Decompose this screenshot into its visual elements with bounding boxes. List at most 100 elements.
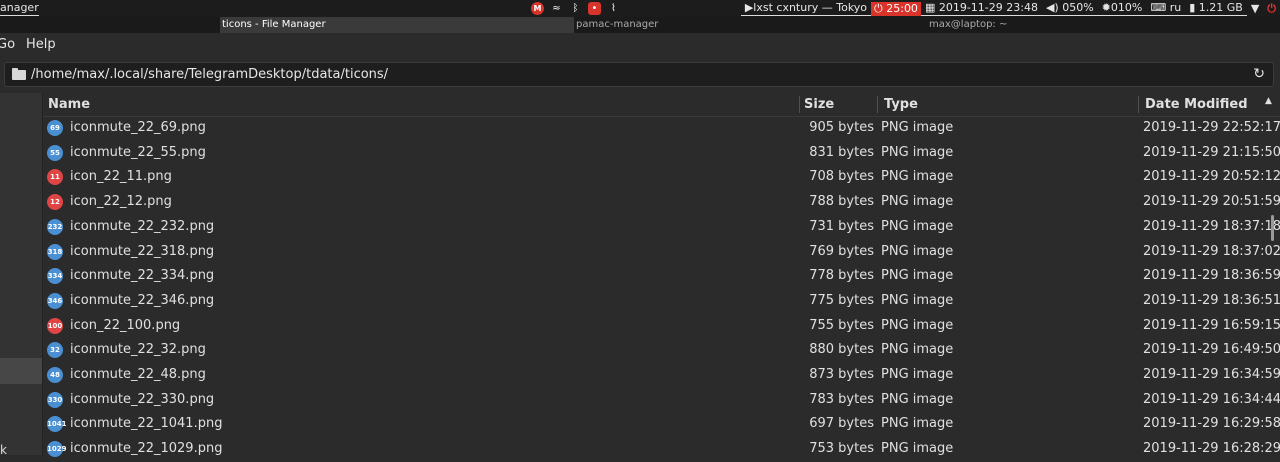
mail-tray-icon[interactable]: M [531,2,544,15]
reload-icon[interactable]: ↻ [1253,66,1265,82]
file-list[interactable]: Name Size Type Date Modified ▲ 69 iconmut… [43,93,1280,458]
image-file-icon: 12 [47,194,63,211]
file-name: iconmute_22_334.png [70,268,215,284]
file-size: 783 bytes [809,391,874,407]
wifi-icon[interactable]: ▼ [1247,2,1263,16]
file-size: 769 bytes [809,243,874,259]
image-file-icon: 55 [47,144,63,161]
file-type: PNG image [881,194,954,210]
file-type: PNG image [881,441,954,457]
file-row[interactable]: 318 iconmute_22_318.png 769 bytes PNG image… [43,240,1280,265]
keyboard-layout[interactable]: ⌨ ru [1146,1,1186,16]
file-size: 708 bytes [809,169,874,185]
side-pane: k [0,93,43,457]
column-type[interactable]: Type [884,97,918,112]
image-file-icon: 318 [47,243,63,260]
file-size: 788 bytes [809,194,874,210]
file-row[interactable]: 1029 iconmute_22_1029.png 753 bytes PNG ima… [43,437,1280,462]
top-panel: anager M ≈ ᛒ • ⌇ ▶lxst cxntury — Tokyo ⏻… [0,0,1280,17]
menu-go[interactable]: Go [0,37,15,52]
column-date-modified[interactable]: Date Modified [1145,97,1248,112]
image-file-icon: 334 [47,268,63,285]
file-row[interactable]: 48 iconmute_22_48.png 873 bytes PNG image 20… [43,363,1280,388]
file-name: icon_22_12.png [70,194,172,210]
system-tray: M ≈ ᛒ • ⌇ [531,1,620,16]
file-row[interactable]: 330 iconmute_22_330.png 783 bytes PNG image… [43,388,1280,413]
file-name: iconmute_22_1041.png [70,416,223,432]
volume-value: 050% [1062,1,1094,14]
power-icon[interactable]: ⏻ [1263,2,1280,16]
column-size[interactable]: Size [804,97,834,112]
file-name: iconmute_22_1029.png [70,441,223,457]
image-file-icon: 69 [47,120,63,136]
column-divider[interactable] [799,96,800,113]
side-pane-selected-item[interactable] [0,358,42,384]
clip-tray-icon[interactable]: ⌇ [607,2,620,15]
file-date-modified: 2019-11-29 20:52:12 [1143,169,1280,185]
pomodoro-timer[interactable]: ⏻ 25:00 [871,1,921,16]
file-name: iconmute_22_232.png [70,218,215,234]
file-type: PNG image [881,243,954,259]
file-row[interactable]: 69 iconmute_22_69.png 905 bytes PNG image 20… [43,116,1280,141]
file-row[interactable]: 12 icon_22_12.png 788 bytes PNG image 2019-1… [43,190,1280,215]
scrollbar[interactable] [1271,215,1274,241]
bluetooth-tray-icon[interactable]: ᛒ [569,2,582,15]
file-size: 880 bytes [809,342,874,358]
column-name[interactable]: Name [48,97,90,112]
location-path[interactable]: /home/max/.local/share/TelegramDesktop/t… [31,67,388,82]
file-date-modified: 2019-11-29 16:28:29 [1143,441,1280,457]
file-date-modified: 2019-11-29 18:37:02 [1143,243,1280,259]
datetime-text: 2019-11-29 23:48 [938,1,1038,14]
media-now-playing[interactable]: ▶lxst cxntury — Tokyo [740,1,872,16]
memory-indicator[interactable]: ▮ 1.21 GB [1185,1,1247,16]
file-date-modified: 2019-11-29 16:29:58 [1143,416,1280,432]
image-file-icon: 11 [47,169,63,186]
file-row[interactable]: 346 iconmute_22_346.png 775 bytes PNG image… [43,289,1280,314]
file-size: 873 bytes [809,367,874,382]
image-file-icon: 100 [47,317,63,334]
file-type: PNG image [881,342,954,358]
brightness-icon: ✹ [1101,1,1111,14]
file-row[interactable]: 100 icon_22_100.png 755 bytes PNG image 2019… [43,314,1280,339]
file-row[interactable]: 334 iconmute_22_334.png 778 bytes PNG image… [43,264,1280,289]
file-row[interactable]: 1041 iconmute_22_1041.png 697 bytes PNG ima… [43,412,1280,437]
file-date-modified: 2019-11-29 16:34:44 [1143,391,1280,407]
task-file-manager[interactable]: ticons - File Manager [220,17,574,33]
task-pamac-manager[interactable]: pamac-manager [574,17,928,33]
location-bar[interactable]: /home/max/.local/share/TelegramDesktop/t… [4,62,1274,87]
file-row[interactable]: 55 iconmute_22_55.png 831 bytes PNG image 20… [43,141,1280,166]
file-row[interactable]: 32 iconmute_22_32.png 880 bytes PNG image 20… [43,338,1280,363]
status-bar: ▶lxst cxntury — Tokyo ⏻ 25:00 ▦ 2019-11-… [740,0,1280,17]
file-name: iconmute_22_330.png [70,391,215,407]
file-date-modified: 2019-11-29 16:34:59 [1143,367,1280,382]
volume-indicator[interactable]: ◀) 050% [1041,1,1098,16]
file-date-modified: 2019-11-29 18:37:18 [1143,218,1280,234]
network-tray-icon[interactable]: ≈ [550,2,563,15]
file-type: PNG image [881,218,954,234]
column-divider[interactable] [877,96,878,113]
menu-help[interactable]: Help [26,37,56,52]
file-size: 697 bytes [809,416,874,432]
column-divider[interactable] [1138,96,1139,113]
file-size: 753 bytes [809,441,874,457]
file-type: PNG image [881,268,954,284]
file-name: iconmute_22_32.png [70,342,206,358]
brightness-indicator[interactable]: ✹010% [1097,1,1147,16]
file-name: icon_22_100.png [70,317,181,333]
file-size: 831 bytes [809,144,874,160]
file-date-modified: 2019-11-29 22:52:17 [1143,120,1280,135]
telegram-tray-icon[interactable]: • [588,2,601,15]
file-type: PNG image [881,169,954,185]
file-row[interactable]: 232 iconmute_22_232.png 731 bytes PNG image… [43,215,1280,240]
active-app-label[interactable]: anager [0,1,39,16]
task-terminal[interactable]: max@laptop: ~ [927,17,1280,33]
image-file-icon: 346 [47,292,63,309]
file-row[interactable]: 11 icon_22_11.png 708 bytes PNG image 2019-1… [43,165,1280,190]
image-file-icon: 330 [47,391,63,408]
file-type: PNG image [881,144,954,160]
clock[interactable]: ▦ 2019-11-29 23:48 [920,1,1042,16]
taskbar: ticons - File Manager pamac-manager max@… [0,17,1280,33]
sort-ascending-icon[interactable]: ▲ [1265,96,1272,106]
folder-icon [12,68,26,80]
file-type: PNG image [881,391,954,407]
